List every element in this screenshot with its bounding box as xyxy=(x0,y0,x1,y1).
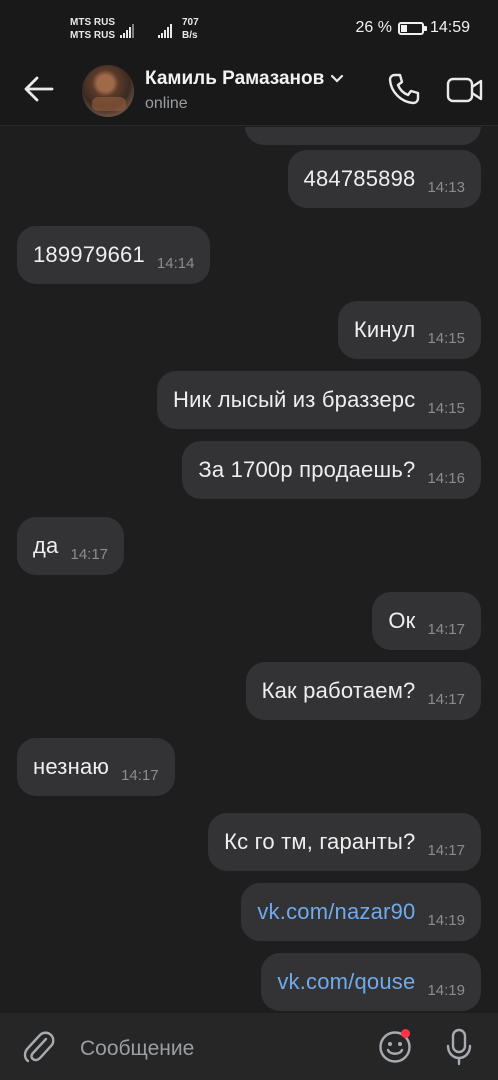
speed-value: 707 xyxy=(182,17,199,28)
battery-icon xyxy=(397,21,427,35)
message-time: 14:17 xyxy=(121,766,159,784)
message-bubble-out[interactable]: Кс го тм, гаранты? 14:17 xyxy=(208,813,481,871)
message-bubble-in[interactable]: да 14:17 xyxy=(17,517,125,575)
message-time: 14:17 xyxy=(427,841,465,859)
message-text: Ок xyxy=(388,608,416,633)
message-bubble-out[interactable]: Как работаем? 14:17 xyxy=(245,662,481,720)
message-input[interactable]: Сообщение xyxy=(80,1037,194,1061)
message-bubble-out[interactable]: Ник лысый из браззерс 14:15 xyxy=(157,371,481,429)
message-bubble-in[interactable]: 189979661 14:14 xyxy=(17,226,211,284)
message-text: Ник лысый из браззерс xyxy=(173,387,416,412)
message-bubble-out[interactable]: vk.com/nazar90 14:19 xyxy=(241,883,481,941)
message-text: За 1700р продаешь? xyxy=(198,457,416,482)
message-time: 14:19 xyxy=(427,911,465,929)
message-time: 14:17 xyxy=(427,620,465,638)
message-text: да xyxy=(33,533,59,558)
message-text: 484785898 xyxy=(303,166,416,191)
notification-dot xyxy=(401,1029,410,1038)
message-time: 14:17 xyxy=(70,545,109,563)
network-speed: 707 B/s xyxy=(182,16,199,42)
message-bubble-in[interactable]: незнаю 14:17 xyxy=(17,738,175,796)
speed-unit: B/s xyxy=(182,30,198,41)
message-text: 189979661 xyxy=(33,242,145,267)
message-list[interactable]: 484785898 14:13 189979661 14:14 Кинул 14:15… xyxy=(0,127,498,1013)
message-time: 14:16 xyxy=(427,469,465,487)
message-time: 14:14 xyxy=(156,254,195,272)
message-text: Как работаем? xyxy=(261,678,416,703)
arrow-left-icon[interactable] xyxy=(22,74,56,104)
carrier-2: MTS RUS xyxy=(70,30,115,41)
contact-status: online xyxy=(145,95,188,112)
signal-icon-2 xyxy=(158,20,173,38)
paperclip-icon[interactable] xyxy=(22,1029,56,1065)
chevron-down-icon xyxy=(331,74,344,83)
message-text: незнаю xyxy=(33,754,110,779)
message-time: 14:13 xyxy=(427,178,465,196)
avatar[interactable] xyxy=(82,65,134,117)
carrier-1: MTS RUS xyxy=(70,17,115,28)
message-bubble-partial[interactable] xyxy=(245,127,481,145)
contact-name: Камиль Рамазанов xyxy=(145,68,325,89)
message-bubble-out[interactable]: Ок 14:17 xyxy=(372,592,481,650)
status-bar: MTS RUS MTS RUS 707 B/s 26 % 14:59 xyxy=(0,0,498,58)
clock: 14:59 xyxy=(429,19,470,36)
message-bubble-out[interactable]: vk.com/qouse 14:19 xyxy=(261,953,481,1011)
message-link[interactable]: vk.com/nazar90 xyxy=(257,899,415,925)
microphone-icon[interactable] xyxy=(445,1028,473,1066)
phone-icon[interactable] xyxy=(387,72,421,106)
message-bubble-out[interactable]: За 1700р продаешь? 14:16 xyxy=(182,441,481,499)
carrier-labels: MTS RUS MTS RUS xyxy=(70,16,115,42)
battery-percent: 26 % xyxy=(355,19,392,36)
message-time: 14:19 xyxy=(427,981,465,999)
message-text: Кс го тм, гаранты? xyxy=(224,829,416,854)
chat-header: Камиль Рамазанов online xyxy=(0,58,498,126)
message-bubble-out[interactable]: Кинул 14:15 xyxy=(337,301,481,359)
message-text: Кинул xyxy=(353,317,416,342)
status-right: 26 % 14:59 xyxy=(355,19,470,37)
contact-name-row[interactable]: Камиль Рамазанов xyxy=(145,68,344,90)
message-time: 14:15 xyxy=(427,329,465,347)
message-time: 14:15 xyxy=(427,399,465,417)
video-camera-icon[interactable] xyxy=(446,74,484,106)
message-composer: Сообщение xyxy=(0,1013,498,1080)
message-bubble-out[interactable]: 484785898 14:13 xyxy=(287,150,481,208)
signal-icon xyxy=(120,20,135,38)
message-time: 14:17 xyxy=(427,690,465,708)
message-link[interactable]: vk.com/qouse xyxy=(277,969,415,995)
